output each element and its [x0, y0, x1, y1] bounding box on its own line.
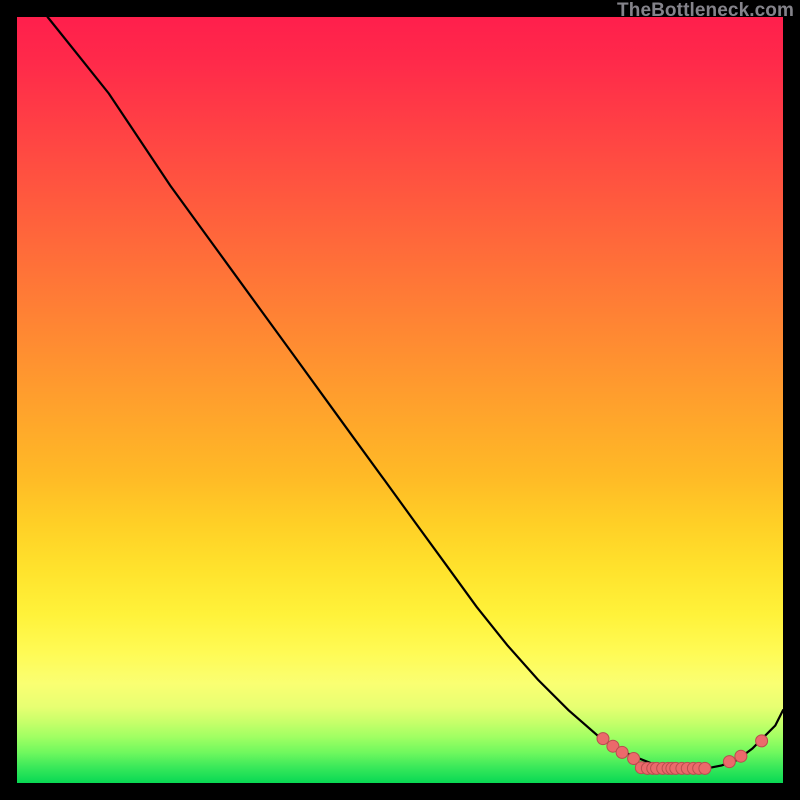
data-point-marker [699, 762, 711, 774]
data-point-marker [756, 735, 768, 747]
data-point-marker [735, 750, 747, 762]
watermark-text: TheBottleneck.com [617, 0, 794, 22]
data-point-marker [597, 733, 609, 745]
data-point-marker [723, 756, 735, 768]
chart-overlay [17, 17, 783, 783]
chart-stage: TheBottleneck.com [0, 0, 800, 800]
markers-group [597, 733, 768, 775]
curve-path [48, 17, 783, 769]
data-point-marker [616, 746, 628, 758]
